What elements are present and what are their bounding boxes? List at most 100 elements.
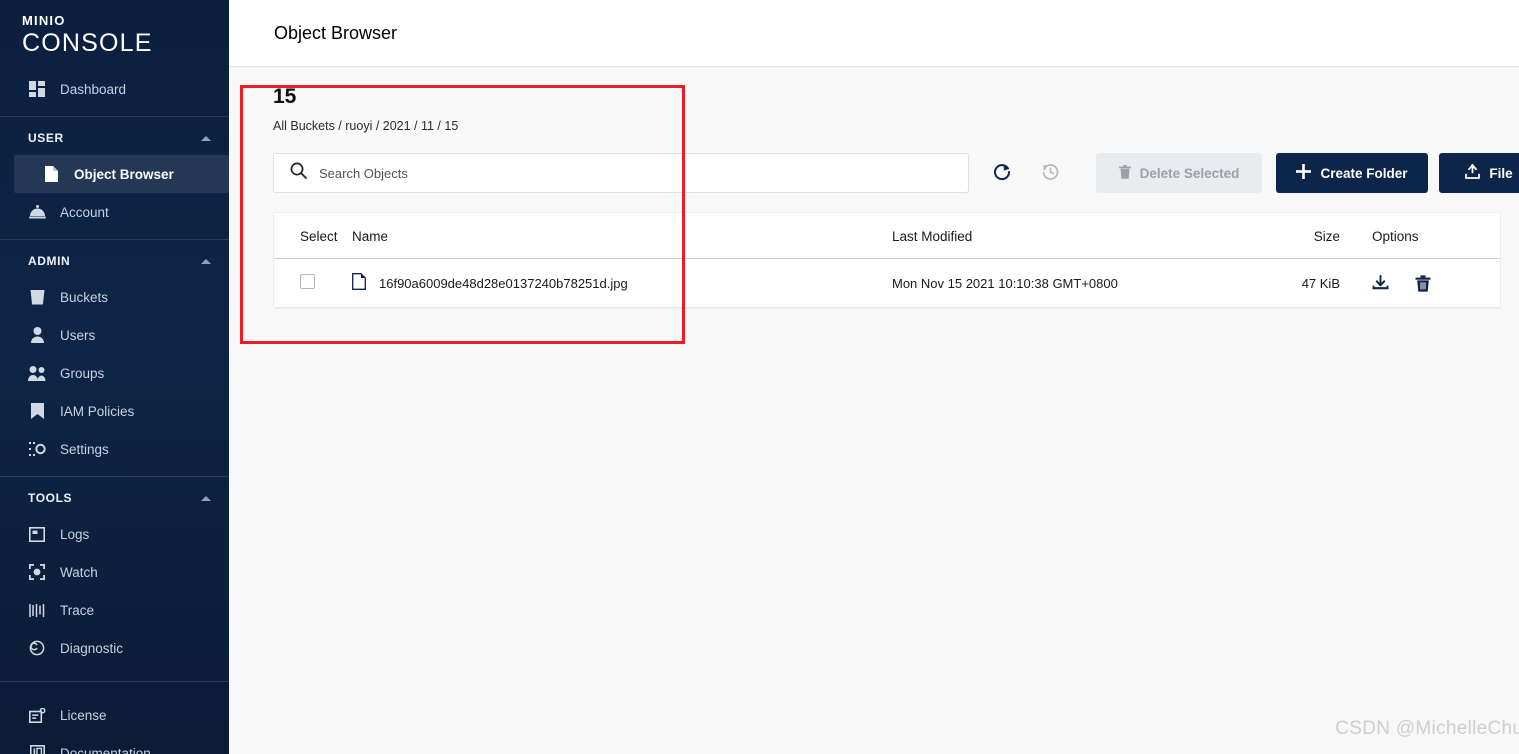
refresh-button[interactable] (980, 153, 1024, 193)
sidebar-item-label: License (60, 707, 107, 723)
sidebar-item-license[interactable]: License (0, 696, 229, 734)
logo-minio-text: MINIO (22, 13, 66, 28)
sidebar-item-label: Object Browser (74, 166, 174, 182)
documentation-book-icon (28, 744, 46, 754)
row-checkbox[interactable] (300, 274, 315, 289)
column-header-size: Size (1252, 213, 1372, 259)
sidebar-group-title: TOOLS (28, 491, 73, 505)
objects-table: Select Name Last Modified Size Options 1… (274, 213, 1500, 308)
logo-console-text: CONSOLE (22, 29, 153, 57)
column-header-select: Select (274, 213, 352, 259)
sidebar: MINIO CONSOLE Dashboard USER Object Brow… (0, 0, 229, 754)
sidebar-item-label: Logs (60, 526, 90, 542)
sidebar-group-header-tools[interactable]: TOOLS (0, 481, 229, 515)
sidebar-item-groups[interactable]: Groups (0, 354, 229, 392)
account-bell-icon (28, 203, 46, 221)
sidebar-group-user: USER Object Browser Account (0, 117, 229, 231)
column-header-options: Options (1372, 213, 1500, 259)
refresh-icon (992, 162, 1012, 185)
upload-file-label: File (1489, 165, 1513, 181)
delete-selected-button[interactable]: Delete Selected (1096, 153, 1262, 193)
objects-table-card: Select Name Last Modified Size Options 1… (273, 212, 1501, 309)
table-row[interactable]: 16f90a6009de48d28e0137240b78251d.jpg Mon… (274, 258, 1500, 308)
watermark: CSDN @MichelleChung (1335, 718, 1519, 739)
rewind-history-icon (1040, 161, 1061, 185)
object-browser-panel: 15 All Buckets / ruoyi / 2021 / 11 / 15 (229, 67, 1519, 309)
sidebar-item-label: Settings (60, 441, 109, 457)
sidebar-item-label: Dashboard (60, 81, 127, 97)
topbar: Object Browser (229, 0, 1519, 67)
search-icon (290, 162, 307, 184)
trash-icon (1118, 164, 1131, 182)
chevron-up-icon (201, 495, 211, 501)
sidebar-item-buckets[interactable]: Buckets (0, 278, 229, 316)
row-options-cell (1372, 258, 1500, 308)
sidebar-item-logs[interactable]: Logs (0, 515, 229, 553)
document-icon (42, 165, 60, 183)
history-button[interactable] (1028, 153, 1072, 193)
sidebar-item-watch[interactable]: Watch (0, 553, 229, 591)
upload-file-button[interactable]: File (1439, 153, 1519, 193)
search-objects-box[interactable] (273, 153, 969, 193)
sidebar-item-trace[interactable]: Trace (0, 591, 229, 629)
upload-icon (1465, 163, 1481, 182)
logo[interactable]: MINIO CONSOLE (0, 0, 229, 70)
sidebar-item-account[interactable]: Account (0, 193, 229, 231)
sidebar-item-label: Watch (60, 564, 98, 580)
row-last-modified: Mon Nov 15 2021 10:10:38 GMT+0800 (892, 258, 1252, 308)
trace-waves-icon (28, 601, 46, 619)
sidebar-group-title: USER (28, 131, 64, 145)
bucket-icon (28, 288, 46, 306)
table-body: 16f90a6009de48d28e0137240b78251d.jpg Mon… (274, 258, 1500, 308)
dashboard-icon (28, 80, 46, 98)
row-select-cell (274, 258, 352, 308)
sidebar-item-label: Documentation (60, 745, 151, 754)
trash-icon[interactable] (1415, 274, 1431, 292)
chevron-up-icon (201, 135, 211, 141)
sidebar-item-users[interactable]: Users (0, 316, 229, 354)
bookmark-icon (28, 402, 46, 420)
sidebar-group-tools: TOOLS Logs Watch Trace Diagnostic (0, 477, 229, 667)
file-icon (352, 273, 366, 293)
sidebar-item-label: Buckets (60, 289, 109, 305)
license-icon (28, 706, 46, 724)
table-header: Select Name Last Modified Size Options (274, 213, 1500, 259)
page-title: Object Browser (274, 22, 398, 43)
sidebar-item-object-browser[interactable]: Object Browser (14, 155, 229, 193)
row-name-cell: 16f90a6009de48d28e0137240b78251d.jpg (352, 258, 892, 308)
row-size: 47 KiB (1252, 258, 1372, 308)
sidebar-item-documentation[interactable]: Documentation (0, 734, 229, 754)
file-name: 16f90a6009de48d28e0137240b78251d.jpg (379, 275, 628, 291)
user-icon (28, 326, 46, 344)
diagnostic-icon (28, 639, 46, 657)
create-folder-button[interactable]: Create Folder (1276, 153, 1428, 193)
sidebar-group-admin: ADMIN Buckets Users Groups IAM Policies … (0, 240, 229, 468)
sidebar-item-diagnostic[interactable]: Diagnostic (0, 629, 229, 667)
search-input[interactable] (319, 165, 879, 181)
plus-icon (1296, 164, 1312, 182)
table-header-row: Select Name Last Modified Size Options (274, 213, 1500, 259)
download-icon[interactable] (1372, 274, 1389, 292)
sidebar-item-label: Groups (60, 365, 105, 381)
minio-console-app: MINIO CONSOLE Dashboard USER Object Brow… (0, 0, 1519, 754)
sidebar-group-header-user[interactable]: USER (0, 121, 229, 155)
sidebar-item-iam-policies[interactable]: IAM Policies (0, 392, 229, 430)
sidebar-item-dashboard[interactable]: Dashboard (0, 70, 229, 108)
sidebar-group-header-admin[interactable]: ADMIN (0, 244, 229, 278)
sidebar-item-label: Trace (60, 602, 95, 618)
sidebar-item-settings[interactable]: Settings (0, 430, 229, 468)
sidebar-group-title: ADMIN (28, 254, 71, 268)
sidebar-item-label: Diagnostic (60, 640, 124, 656)
watch-target-icon (28, 563, 46, 581)
sidebar-item-label: Account (60, 204, 109, 220)
column-header-last-modified: Last Modified (892, 213, 1252, 259)
breadcrumb: All Buckets / ruoyi / 2021 / 11 / 15 (273, 119, 459, 133)
chevron-up-icon (201, 258, 211, 264)
delete-selected-label: Delete Selected (1139, 165, 1240, 181)
main-content: Object Browser 15 All Buckets / ruoyi / … (229, 0, 1519, 754)
groups-icon (28, 364, 46, 382)
settings-gear-icon (28, 440, 46, 458)
logs-window-icon (28, 525, 46, 543)
toolbar: Delete Selected Create Folder File (251, 153, 1519, 193)
column-header-name: Name (352, 213, 892, 259)
